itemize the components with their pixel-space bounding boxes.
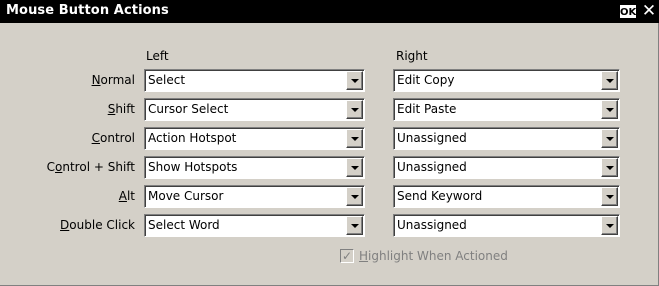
combo-value: Action Hotspot xyxy=(148,131,237,145)
title-bar[interactable]: Mouse Button Actions OK ✕ xyxy=(0,0,659,23)
chevron-down-icon xyxy=(351,108,359,112)
chevron-down-icon xyxy=(351,137,359,141)
mouse-button-actions-dialog: Mouse Button Actions OK ✕ Left Right Nor… xyxy=(0,0,659,286)
row-label-control-shift: Control + Shift xyxy=(46,160,135,174)
ok-button[interactable]: OK xyxy=(619,4,637,19)
chevron-down-icon xyxy=(351,79,359,83)
dropdown-button[interactable] xyxy=(601,100,618,119)
combo-value: Unassigned xyxy=(397,160,467,174)
combo-value: Cursor Select xyxy=(148,102,229,116)
control-right-select[interactable]: Unassigned xyxy=(393,127,620,150)
right-column-header: Right xyxy=(396,49,428,63)
chevron-down-icon xyxy=(351,166,359,170)
chevron-down-icon xyxy=(606,195,614,199)
combo-value: Edit Copy xyxy=(397,73,455,87)
chevron-down-icon xyxy=(351,195,359,199)
combo-value: Unassigned xyxy=(397,218,467,232)
double-click-right-select[interactable]: Unassigned xyxy=(393,214,620,237)
chevron-down-icon xyxy=(606,166,614,170)
alt-left-select[interactable]: Move Cursor xyxy=(144,185,365,208)
control-shift-right-select[interactable]: Unassigned xyxy=(393,156,620,179)
check-icon: ✓ xyxy=(341,249,353,263)
row-label-double-click: Double Click xyxy=(60,218,135,232)
control-shift-left-select[interactable]: Show Hotspots xyxy=(144,156,365,179)
close-icon[interactable]: ✕ xyxy=(640,2,658,20)
control-left-select[interactable]: Action Hotspot xyxy=(144,127,365,150)
chevron-down-icon xyxy=(606,137,614,141)
dropdown-button[interactable] xyxy=(346,100,363,119)
dropdown-button[interactable] xyxy=(346,158,363,177)
row-label-normal: Normal xyxy=(91,73,135,87)
shift-left-select[interactable]: Cursor Select xyxy=(144,98,365,121)
combo-value: Select xyxy=(148,73,186,87)
double-click-left-select[interactable]: Select Word xyxy=(144,214,365,237)
dropdown-button[interactable] xyxy=(601,187,618,206)
chevron-down-icon xyxy=(606,108,614,112)
combo-value: Send Keyword xyxy=(397,189,483,203)
chevron-down-icon xyxy=(606,224,614,228)
combo-value: Move Cursor xyxy=(148,189,224,203)
highlight-checkbox-label: Highlight When Actioned xyxy=(359,249,508,263)
window-title: Mouse Button Actions xyxy=(6,3,169,18)
row-label-shift: Shift xyxy=(107,102,135,116)
combo-value: Edit Paste xyxy=(397,102,457,116)
dropdown-button[interactable] xyxy=(346,187,363,206)
row-label-alt: Alt xyxy=(118,189,135,203)
chevron-down-icon xyxy=(351,224,359,228)
dropdown-button[interactable] xyxy=(601,216,618,235)
shift-right-select[interactable]: Edit Paste xyxy=(393,98,620,121)
dropdown-button[interactable] xyxy=(346,216,363,235)
row-label-control: Control xyxy=(91,131,135,145)
combo-value: Unassigned xyxy=(397,131,467,145)
normal-right-select[interactable]: Edit Copy xyxy=(393,69,620,92)
dropdown-button[interactable] xyxy=(601,129,618,148)
chevron-down-icon xyxy=(606,79,614,83)
dropdown-button[interactable] xyxy=(601,71,618,90)
dropdown-button[interactable] xyxy=(601,158,618,177)
left-column-header: Left xyxy=(146,49,169,63)
dropdown-button[interactable] xyxy=(346,129,363,148)
combo-value: Show Hotspots xyxy=(148,160,238,174)
normal-left-select[interactable]: Select xyxy=(144,69,365,92)
alt-right-select[interactable]: Send Keyword xyxy=(393,185,620,208)
highlight-checkbox: ✓ xyxy=(340,249,354,263)
dropdown-button[interactable] xyxy=(346,71,363,90)
combo-value: Select Word xyxy=(148,218,220,232)
